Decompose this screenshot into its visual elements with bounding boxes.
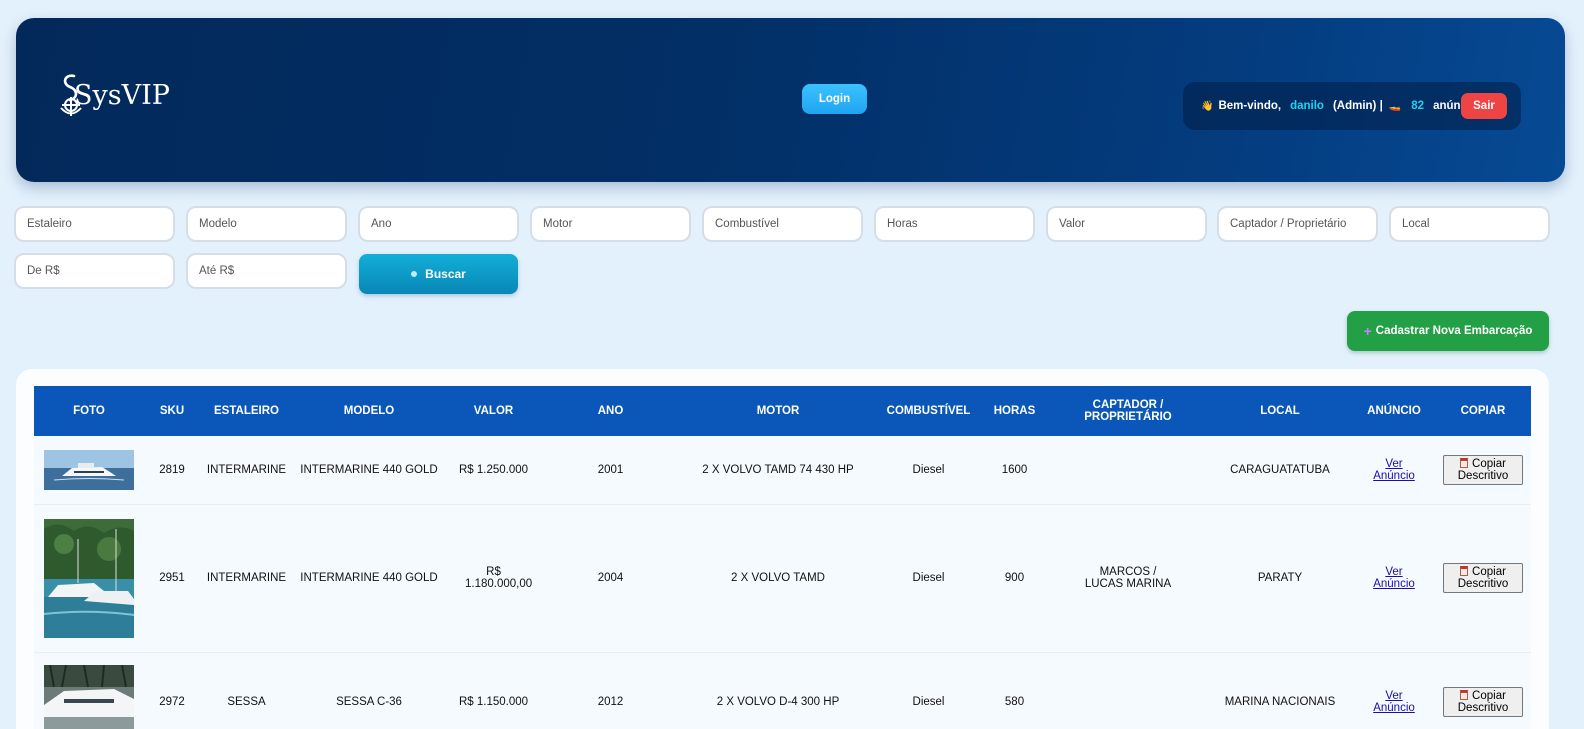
column-header-estaleiro: ESTALEIRO (214, 405, 279, 417)
boat-icon: 🚤 (1388, 100, 1402, 112)
captador-cell (1049, 436, 1207, 505)
view-listing-link[interactable]: Ver Anúncio (1373, 458, 1415, 482)
view-listing-link[interactable]: Ver Anúncio (1373, 566, 1415, 590)
wave-icon: 👋 (1201, 100, 1214, 112)
captador-cell (1049, 652, 1207, 729)
column-header-horas: HORAS (993, 405, 1036, 417)
motor-filter-input[interactable] (530, 206, 691, 242)
clipboard-icon (1460, 566, 1469, 576)
search-button[interactable]: Buscar (359, 254, 518, 294)
column-header-valor: VALOR (473, 405, 514, 417)
sku-cell: 2972 (144, 652, 200, 729)
logo[interactable]: SysVIP (58, 70, 170, 120)
ano-cell: 2012 (542, 652, 679, 729)
horas-filter-input[interactable] (874, 206, 1035, 242)
boat-photo[interactable] (44, 518, 134, 638)
column-header-combustivel: COMBUSTÍVEL (886, 405, 971, 417)
modelo-cell: INTERMARINE 440 GOLD (293, 504, 445, 653)
welcome-panel: 👋 Bem-vindo, danilo (Admin) | 🚤 82 anúnc… (1183, 82, 1521, 130)
column-header-local: LOCAL (1260, 405, 1300, 417)
photo-cell (34, 436, 144, 505)
horas-cell: 580 (980, 652, 1049, 729)
username: danilo (1290, 100, 1324, 112)
logo-text: SysVIP (74, 79, 170, 111)
boat-photo[interactable] (44, 449, 134, 490)
table-row: 2972 SESSA SESSA C-36 R$ 1.150.000 2012 … (34, 652, 1531, 729)
local-cell: MARINA NACIONAIS (1207, 652, 1353, 729)
valor-cell: R$ 1.250.000 (445, 436, 542, 505)
horas-cell: 1600 (980, 436, 1049, 505)
ano-cell: 2001 (542, 436, 679, 505)
combustivel-cell: Diesel (877, 652, 980, 729)
login-button[interactable]: Login (802, 84, 867, 114)
motor-cell: 2 X VOLVO TAMD (679, 504, 877, 653)
add-vessel-button[interactable]: + Cadastrar Nova Embarcação (1347, 311, 1549, 351)
copiar-cell: Copiar Descritivo (1435, 504, 1531, 653)
price-to-input[interactable] (186, 253, 347, 289)
anuncio-cell: Ver Anúncio (1353, 436, 1435, 505)
table-header-row: FOTO SKU ESTALEIRO MODELO VALOR ANO MOTO… (34, 386, 1531, 436)
sku-cell: 2819 (144, 436, 200, 505)
copiar-cell: Copiar Descritivo (1435, 436, 1531, 505)
estaleiro-filter-input[interactable] (14, 206, 175, 242)
table-row: 2819 INTERMARINE INTERMARINE 440 GOLD R$… (34, 436, 1531, 505)
search-button-label: Buscar (425, 267, 466, 281)
captador-filter-input[interactable] (1217, 206, 1378, 242)
ano-filter-input[interactable] (358, 206, 519, 242)
combustivel-cell: Diesel (877, 436, 980, 505)
local-cell: CARAGUATATUBA (1207, 436, 1353, 505)
column-header-foto: FOTO (73, 405, 105, 417)
valor-cell: R$ 1.150.000 (445, 652, 542, 729)
column-header-ano: ANO (597, 405, 624, 417)
column-header-modelo: MODELO (343, 405, 395, 417)
photo-cell (34, 504, 144, 653)
copy-description-button[interactable]: Copiar Descritivo (1443, 454, 1523, 485)
view-listing-link[interactable]: Ver Anúncio (1373, 690, 1415, 714)
modelo-filter-input[interactable] (186, 206, 347, 242)
table-row: 2951 INTERMARINE INTERMARINE 440 GOLD R$… (34, 504, 1531, 653)
copiar-cell: Copiar Descritivo (1435, 652, 1531, 729)
column-header-sku: SKU (159, 405, 185, 417)
combustivel-filter-input[interactable] (702, 206, 863, 242)
boat-photo[interactable] (44, 664, 134, 729)
user-role: (Admin) | (1332, 100, 1383, 112)
valor-filter-input[interactable] (1046, 206, 1207, 242)
greeting-text: Bem-vindo, (1218, 100, 1282, 112)
estaleiro-cell: INTERMARINE (200, 436, 293, 505)
listing-count: 82 (1411, 100, 1425, 112)
clipboard-icon (1460, 690, 1469, 700)
anuncio-cell: Ver Anúncio (1353, 504, 1435, 653)
anuncio-cell: Ver Anúncio (1353, 652, 1435, 729)
estaleiro-cell: INTERMARINE (200, 504, 293, 653)
valor-cell: R$ 1.180.000,00 (445, 504, 542, 653)
local-filter-input[interactable] (1389, 206, 1550, 242)
captador-cell: MARCOS / LUCAS MARINA (1049, 504, 1207, 653)
photo-cell (34, 652, 144, 729)
column-header-motor: MOTOR (756, 405, 800, 417)
modelo-cell: SESSA C-36 (293, 652, 445, 729)
local-cell: PARATY (1207, 504, 1353, 653)
listings-table: FOTO SKU ESTALEIRO MODELO VALOR ANO MOTO… (34, 386, 1531, 729)
modelo-cell: INTERMARINE 440 GOLD (293, 436, 445, 505)
column-header-captador: CAPTADOR / PROPRIETÁRIO (1084, 399, 1172, 423)
column-header-anuncio: ANÚNCIO (1367, 405, 1421, 417)
search-icon (411, 271, 418, 277)
sku-cell: 2951 (144, 504, 200, 653)
estaleiro-cell: SESSA (200, 652, 293, 729)
horas-cell: 900 (980, 504, 1049, 653)
copy-description-button[interactable]: Copiar Descritivo (1443, 687, 1523, 717)
motor-cell: 2 X VOLVO TAMD 74 430 HP (679, 436, 877, 505)
motor-cell: 2 X VOLVO D-4 300 HP (679, 652, 877, 729)
add-vessel-label: Cadastrar Nova Embarcação (1375, 325, 1533, 337)
combustivel-cell: Diesel (877, 504, 980, 653)
ano-cell: 2004 (542, 504, 679, 653)
column-header-copiar: COPIAR (1460, 405, 1506, 417)
plus-icon: + (1363, 323, 1372, 339)
logout-button[interactable]: Sair (1461, 93, 1507, 119)
app-header: SysVIP Login 👋 Bem-vindo, danilo (Admin)… (16, 18, 1565, 182)
price-from-input[interactable] (14, 253, 175, 289)
clipboard-icon (1460, 457, 1469, 468)
copy-description-button[interactable]: Copiar Descritivo (1443, 563, 1523, 593)
